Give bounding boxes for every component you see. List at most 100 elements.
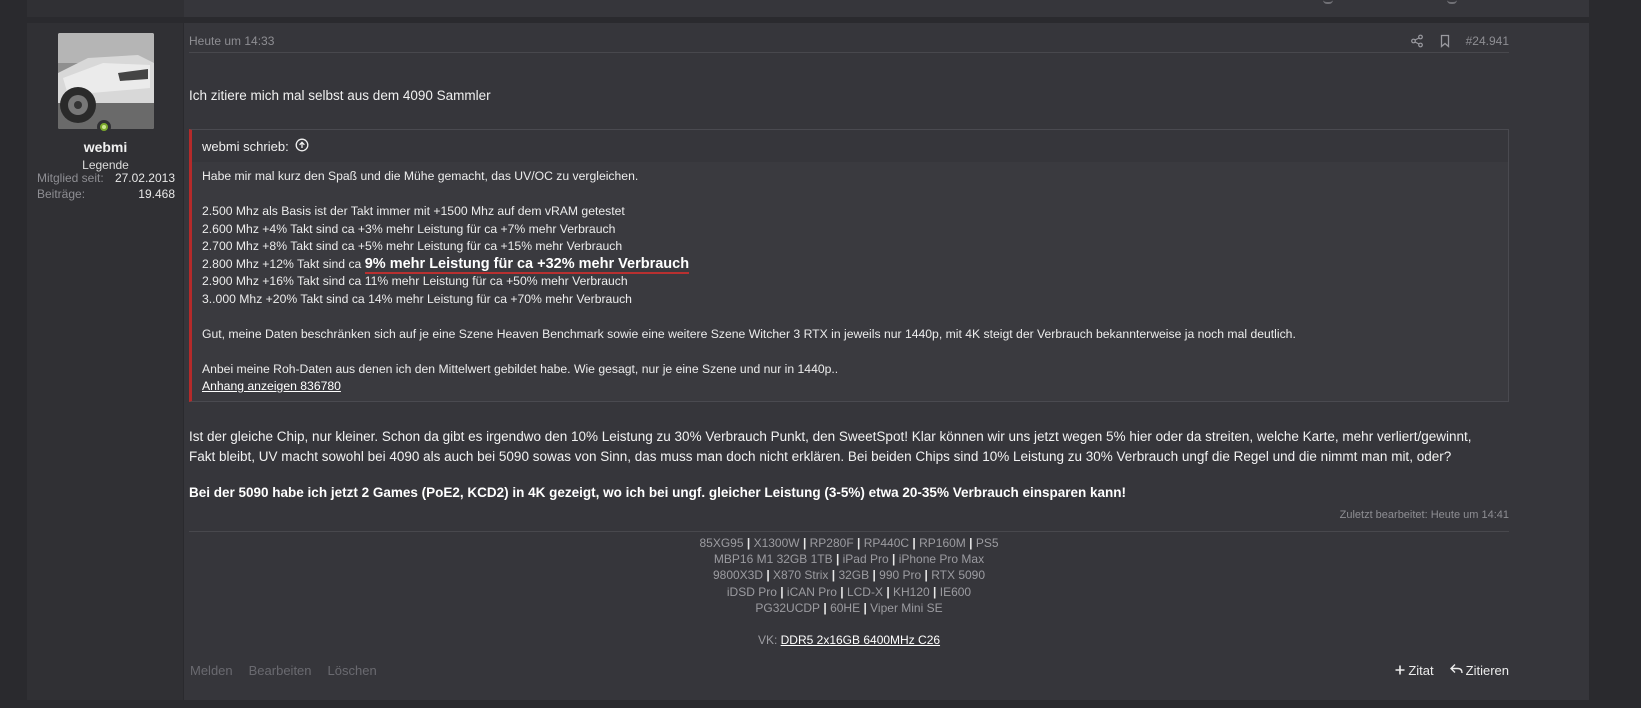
bookmark-icon[interactable] xyxy=(1438,34,1452,48)
quote-author[interactable]: webmi schrieb: xyxy=(202,139,289,154)
quote-line: 2.600 Mhz +4% Takt sind ca +3% mehr Leis… xyxy=(202,221,616,236)
online-status-icon xyxy=(97,120,111,134)
stat-value[interactable]: 19.468 xyxy=(138,187,175,201)
post-content: Heute um 14:33 #24.941 Ich zitiere mich … xyxy=(189,23,1509,700)
quote-header: webmi schrieb: xyxy=(192,130,1508,162)
reply-button[interactable]: Zitieren xyxy=(1449,663,1509,678)
signature-item: PS5 xyxy=(975,536,999,550)
signature-separator: | xyxy=(921,568,932,583)
arrow-up-circle-icon[interactable] xyxy=(295,138,309,155)
signature-separator: | xyxy=(929,584,940,599)
reply-label: Zitieren xyxy=(1465,663,1509,678)
signature-separator: | xyxy=(832,552,843,567)
quote-plus-label: Zitat xyxy=(1408,663,1434,678)
post-paragraph: Ist der gleiche Chip, nur kleiner. Schon… xyxy=(189,429,1472,464)
signature-separator: | xyxy=(828,568,839,583)
quote-line: 2.500 Mhz als Basis ist der Takt immer m… xyxy=(202,204,625,218)
scrollbar[interactable] xyxy=(1620,0,1641,708)
signature-item: iDSD Pro xyxy=(726,584,777,599)
signature-separator: | xyxy=(776,584,787,599)
post-paragraph-bold: Bei der 5090 habe ich jetzt 2 Games (PoE… xyxy=(189,485,1127,500)
signature-divider xyxy=(189,531,1509,532)
signature-item: X870 Strix xyxy=(773,568,829,583)
vk-link[interactable]: DDR5 2x16GB 6400MHz C26 xyxy=(781,633,940,647)
quote-line-highlighted: 2.800 Mhz +12% Takt sind ca 9% mehr Leis… xyxy=(202,255,1498,274)
signature-row: PG32UCDP | 60HE | Viper Mini SE xyxy=(189,600,1509,616)
post-intro-text: Ich zitiere mich mal selbst aus dem 4090… xyxy=(189,88,491,103)
quote-line: Habe mir mal kurz den Spaß und die Mühe … xyxy=(202,169,639,183)
user-info-panel: webmi Legende Mitglied seit: 27.02.2013 … xyxy=(27,23,184,700)
post-header: Heute um 14:33 #24.941 xyxy=(189,34,1509,53)
forum-post: webmi Legende Mitglied seit: 27.02.2013 … xyxy=(27,23,1589,700)
signature-item: RP280F xyxy=(809,536,854,550)
quote-plus-button[interactable]: Zitat xyxy=(1395,663,1434,678)
signature-row: 85XG95 | X1300W | RP280F | RP440C | RP16… xyxy=(189,535,1509,551)
signature: 85XG95 | X1300W | RP280F | RP440C | RP16… xyxy=(189,535,1509,648)
username[interactable]: webmi xyxy=(27,139,184,155)
quote-block: webmi schrieb: Habe mir mal kurz den Spa… xyxy=(189,129,1509,402)
signature-separator: | xyxy=(860,600,871,615)
signature-item: IE600 xyxy=(939,584,972,599)
signature-item: LCD-X xyxy=(846,584,883,599)
signature-row: 9800X3D | X870 Strix | 32GB | 990 Pro | … xyxy=(189,567,1509,583)
signature-separator: | xyxy=(853,536,864,550)
signature-item: 990 Pro xyxy=(879,568,922,583)
quote-highlight: 9% mehr Leistung für ca +32% mehr Verbra… xyxy=(364,255,690,274)
report-button[interactable]: Melden xyxy=(190,663,233,678)
post-footer-right: Zitat Zitieren xyxy=(1395,663,1509,678)
signature-item: MBP16 M1 32GB 1TB xyxy=(713,552,833,567)
signature-item: iPhone Pro Max xyxy=(898,552,985,567)
stat-label: Beiträge: xyxy=(37,187,86,201)
quote-line-prefix: 2.800 Mhz +12% Takt sind ca xyxy=(202,256,365,271)
signature-item: RP160M xyxy=(919,536,966,550)
signature-item: iCAN Pro xyxy=(786,584,837,599)
signature-vk-row: VK: DDR5 2x16GB 6400MHz C26 xyxy=(189,632,1509,648)
signature-item: iPad Pro xyxy=(842,552,889,567)
signature-row: iDSD Pro | iCAN Pro | LCD-X | KH120 | IE… xyxy=(189,584,1509,600)
signature-item: RTX 5090 xyxy=(931,568,986,583)
edit-button[interactable]: Bearbeiten xyxy=(249,663,312,678)
stat-member-since: Mitglied seit: 27.02.2013 xyxy=(37,171,175,185)
post-number-link[interactable]: #24.941 xyxy=(1466,34,1509,48)
previous-post-footer xyxy=(27,0,1589,17)
signature-item: 9800X3D xyxy=(712,568,764,583)
signature-separator: | xyxy=(836,584,847,599)
post-date[interactable]: Heute um 14:33 xyxy=(189,34,274,48)
signature-separator: | xyxy=(763,568,774,583)
signature-separator: | xyxy=(820,600,831,615)
vk-label: VK: xyxy=(757,633,781,648)
signature-separator: | xyxy=(882,584,894,599)
previous-quote-icon xyxy=(1447,0,1457,4)
signature-item: 32GB xyxy=(838,568,870,583)
quote-line: 2.900 Mhz +16% Takt sind ca 11% mehr Lei… xyxy=(202,274,628,288)
signature-separator: | xyxy=(743,536,754,550)
avatar[interactable] xyxy=(58,33,154,129)
quote-body: Habe mir mal kurz den Spaß und die Mühe … xyxy=(192,162,1508,402)
plus-icon xyxy=(1395,663,1405,678)
signature-item: Viper Mini SE xyxy=(870,600,943,615)
signature-item: X1300W xyxy=(753,536,800,550)
signature-item: RP440C xyxy=(863,536,910,550)
signature-separator: | xyxy=(965,536,976,550)
signature-item: 60HE xyxy=(830,600,861,615)
signature-item: KH120 xyxy=(893,584,930,599)
user-title: Legende xyxy=(82,158,129,172)
quote-line: Anbei meine Roh-Daten aus denen ich den … xyxy=(202,361,839,376)
stat-value: 27.02.2013 xyxy=(114,171,175,185)
quote-line: 2.700 Mhz +8% Takt sind ca +5% mehr Leis… xyxy=(202,239,623,253)
share-icon[interactable] xyxy=(1410,34,1424,48)
signature-separator: | xyxy=(869,568,880,583)
delete-button[interactable]: Löschen xyxy=(328,663,377,678)
previous-reply-icon xyxy=(1323,0,1333,4)
signature-separator: | xyxy=(909,536,920,550)
attachment-link[interactable]: Anhang anzeigen 836780 xyxy=(202,379,341,393)
signature-separator: | xyxy=(888,552,899,567)
signature-row: MBP16 M1 32GB 1TB | iPad Pro | iPhone Pr… xyxy=(189,551,1509,567)
stat-label: Mitglied seit: xyxy=(37,171,104,185)
signature-item: 85XG95 xyxy=(699,536,744,550)
quote-line: 3..000 Mhz +20% Takt sind ca 14% mehr Le… xyxy=(202,291,632,306)
reply-icon xyxy=(1449,663,1463,678)
signature-item: PG32UCDP xyxy=(755,600,821,615)
stat-posts: Beiträge: 19.468 xyxy=(37,187,175,201)
quote-line: Gut, meine Daten beschränken sich auf je… xyxy=(202,326,1296,341)
